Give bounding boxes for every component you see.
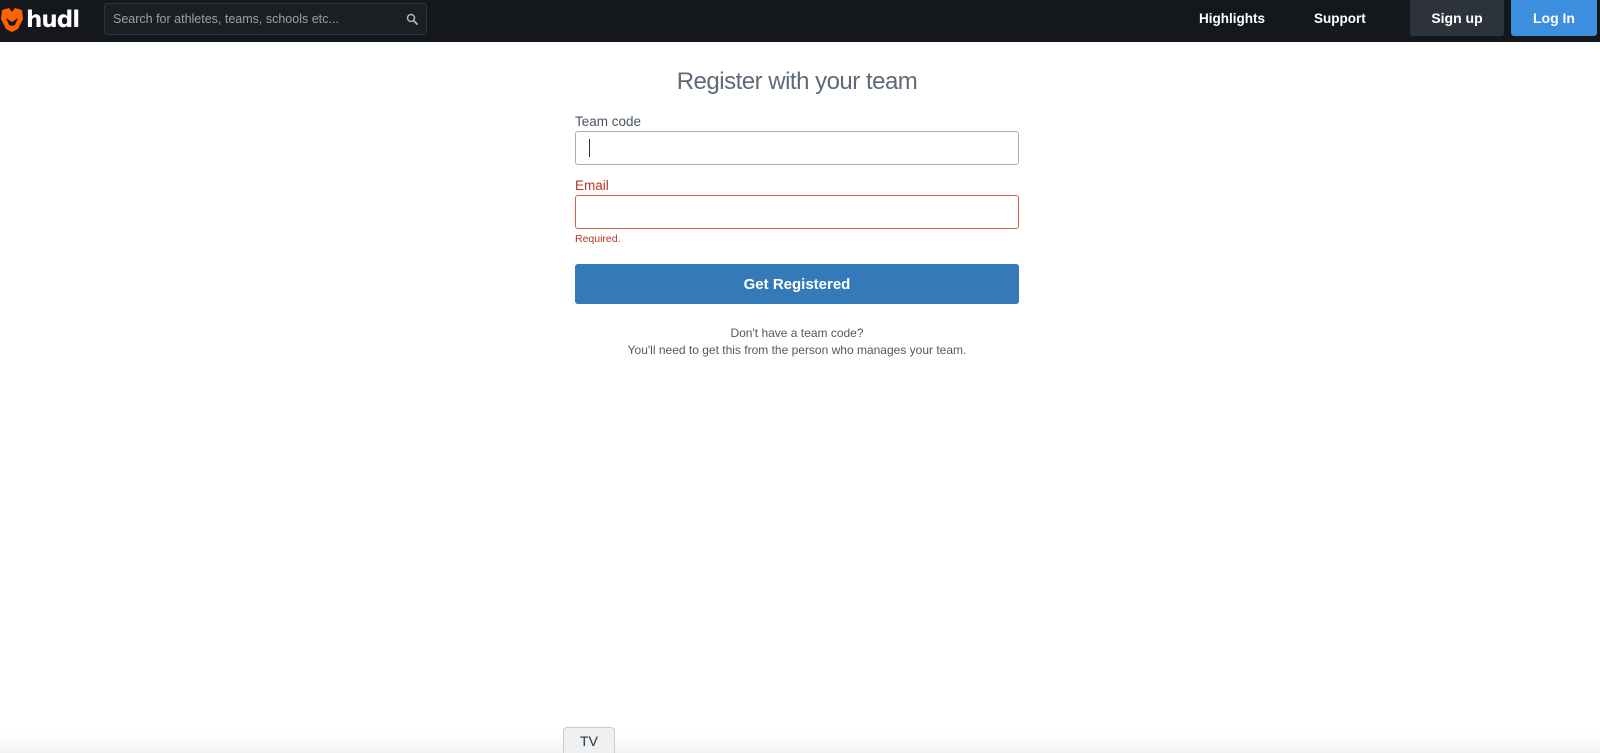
logo-text: hudl [26,7,80,33]
search-input[interactable] [105,4,398,34]
search-icon[interactable] [398,4,426,34]
team-code-label: Team code [575,114,642,129]
email-input[interactable] [575,195,1019,229]
nav-highlights-link[interactable]: Highlights [1199,0,1265,36]
help-text-explanation: You'll need to get this from the person … [627,343,967,357]
nav-support-link[interactable]: Support [1314,0,1366,36]
log-in-button[interactable]: Log In [1511,0,1597,36]
hudl-logo[interactable]: hudl [0,4,80,36]
search-box [104,3,427,35]
text-cursor [589,139,590,157]
get-registered-button[interactable]: Get Registered [575,264,1019,304]
team-code-input[interactable] [575,131,1019,165]
sign-up-button[interactable]: Sign up [1410,0,1504,36]
bottom-shadow [0,733,1600,753]
email-error-message: Required. [575,233,621,245]
tv-tab-button[interactable]: TV [563,727,615,753]
top-nav-bar: hudl Highlights Support Sign up Log In [0,0,1600,42]
hudl-logo-icon [1,8,23,32]
email-label: Email [575,178,609,193]
help-text-question: Don't have a team code? [730,326,864,340]
page-title: Register with your team [676,68,918,95]
